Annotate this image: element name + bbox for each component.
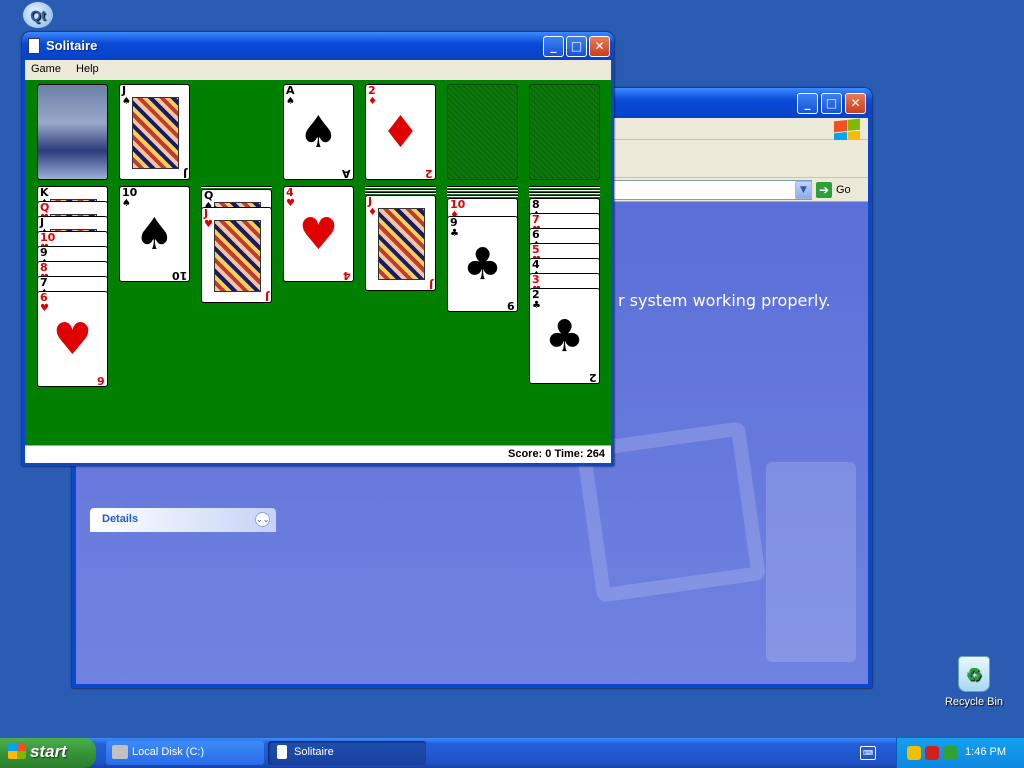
card-suit-icon: ♠: [122, 198, 131, 209]
security-alert-icon[interactable]: [925, 746, 939, 760]
explorer-message: r system working properly.: [618, 291, 831, 310]
solitaire-window[interactable]: Solitaire _ □ ✕ Game Help J♠JA♠A♠2♦2♦K♠K…: [22, 32, 614, 466]
card-suit-icon: ♥: [286, 198, 295, 209]
go-arrow-icon: ➔: [816, 182, 832, 199]
card-suit-icon: ♣: [450, 228, 459, 239]
playing-card[interactable]: J ♥ J: [201, 207, 272, 303]
clock: 1:46 PM: [965, 746, 1006, 758]
details-panel-header[interactable]: Details ⌄⌄: [90, 508, 276, 532]
card-suit-icon: ♠: [122, 96, 131, 107]
facedown-card-edge: [447, 186, 518, 188]
card-center-pip-icon: ♠: [298, 107, 339, 158]
card-rank: J: [428, 278, 433, 291]
facedown-card-edge: [529, 189, 600, 191]
card-rank: 10: [171, 269, 187, 282]
menu-game[interactable]: Game: [25, 60, 67, 78]
card-suit-icon: ♦: [368, 207, 377, 218]
facedown-card-edge: [365, 189, 436, 191]
playing-card[interactable]: 9 ♣ 9 ♣: [447, 216, 518, 312]
card-suit-icon: ♥: [40, 303, 49, 314]
solitaire-titlebar[interactable]: Solitaire _ □ ✕: [22, 32, 614, 60]
card-center-pip-icon: ♥: [298, 209, 339, 260]
card-center-pip-icon: ♥: [52, 314, 93, 365]
empty-foundation-slot[interactable]: [529, 84, 600, 180]
recycle-bin-label: Recycle Bin: [944, 696, 1004, 708]
task-label: Solitaire: [294, 746, 334, 758]
empty-foundation-slot[interactable]: [447, 84, 518, 180]
close-button[interactable]: ✕: [845, 93, 866, 114]
system-tray: 1:46 PM: [896, 738, 1024, 768]
score-time-status: Score: 0 Time: 264: [25, 445, 611, 463]
playing-card[interactable]: 2 ♣ 2 ♣: [529, 288, 600, 384]
chevron-down-icon[interactable]: ⌄⌄: [255, 512, 270, 527]
solitaire-app-icon: [28, 38, 40, 54]
facedown-card-edge: [447, 195, 518, 197]
game-table[interactable]: J♠JA♠A♠2♦2♦K♠KQ♥QJ♠J10♥10♥9♠9♠8♥8♥7♠7♠6♥…: [25, 80, 611, 445]
card-rank: J: [182, 167, 187, 180]
playing-card[interactable]: J♠J: [119, 84, 190, 180]
taskbar: start Local Disk (C:) Solitaire ⌨ 1:46 P…: [0, 738, 1024, 768]
playing-card[interactable]: A ♠ A ♠: [283, 84, 354, 180]
drive-icon: [112, 745, 128, 759]
taskbar-item-solitaire[interactable]: Solitaire: [268, 741, 426, 765]
address-dropdown-icon[interactable]: ▼: [795, 181, 812, 199]
keyboard-icon[interactable]: ⌨: [860, 746, 876, 760]
computer-watermark-icon: [575, 420, 868, 684]
card-rank: J: [264, 290, 269, 303]
facedown-card-edge: [365, 186, 436, 188]
playing-card[interactable]: 2 ♦ 2 ♦: [365, 84, 436, 180]
facedown-card-edge: [447, 189, 518, 191]
facedown-card-edge: [201, 186, 272, 188]
minimize-button[interactable]: _: [543, 36, 564, 57]
solitaire-menubar: Game Help: [25, 60, 611, 80]
card-rank: 6: [97, 374, 105, 387]
playing-card[interactable]: 10 ♠ 10 ♠: [119, 186, 190, 282]
task-label: Local Disk (C:): [132, 746, 205, 758]
facedown-card-edge: [529, 195, 600, 197]
card-rank: 2: [589, 371, 597, 384]
card-suit-icon: ♠: [286, 96, 295, 107]
card-center-pip-icon: ♠: [134, 209, 175, 260]
court-card-art: [214, 220, 261, 292]
solitaire-icon: [277, 745, 287, 759]
recycle-bin-icon: ♻: [958, 656, 990, 692]
card-center-pip-icon: ♣: [544, 311, 585, 362]
card-suit-icon: ♣: [532, 300, 541, 311]
facedown-card-edge: [447, 192, 518, 194]
minimize-button[interactable]: _: [797, 93, 818, 114]
playing-card[interactable]: 6 ♥ 6 ♥: [37, 291, 108, 387]
start-button[interactable]: start: [0, 738, 96, 768]
playing-card[interactable]: J ♦ J: [365, 195, 436, 291]
facedown-card-edge: [529, 186, 600, 188]
details-label: Details: [102, 513, 139, 525]
go-button[interactable]: ➔ Go: [816, 181, 862, 199]
card-back[interactable]: [37, 84, 108, 180]
card-rank: A: [342, 167, 351, 180]
start-label: start: [30, 742, 67, 761]
network-icon[interactable]: [943, 746, 957, 760]
recycle-bin-desktop-icon[interactable]: ♻ Recycle Bin: [938, 656, 1010, 708]
card-suit-icon: ♥: [204, 219, 213, 230]
windows-flag-icon: [8, 743, 26, 759]
taskbar-item-local-disk[interactable]: Local Disk (C:): [106, 741, 264, 765]
facedown-card-edge: [529, 192, 600, 194]
card-suit-icon: ♦: [368, 96, 377, 107]
security-shield-icon[interactable]: [907, 746, 921, 760]
card-rank: 4: [343, 269, 351, 282]
card-rank: 9: [507, 299, 515, 312]
card-center-pip-icon: ♣: [462, 239, 503, 290]
go-label: Go: [836, 184, 851, 196]
playing-card[interactable]: 4 ♥ 4 ♥: [283, 186, 354, 282]
maximize-button[interactable]: □: [566, 36, 587, 57]
maximize-button[interactable]: □: [821, 93, 842, 114]
close-button[interactable]: ✕: [589, 36, 610, 57]
window-title: Solitaire: [46, 38, 98, 53]
qt-icon: Qt: [23, 2, 53, 28]
court-card-art: [378, 208, 425, 280]
menu-help[interactable]: Help: [70, 60, 105, 78]
facedown-card-edge: [365, 192, 436, 194]
card-rank: 2: [425, 167, 433, 180]
court-card-art: [132, 97, 179, 169]
card-center-pip-icon: ♦: [380, 107, 421, 158]
